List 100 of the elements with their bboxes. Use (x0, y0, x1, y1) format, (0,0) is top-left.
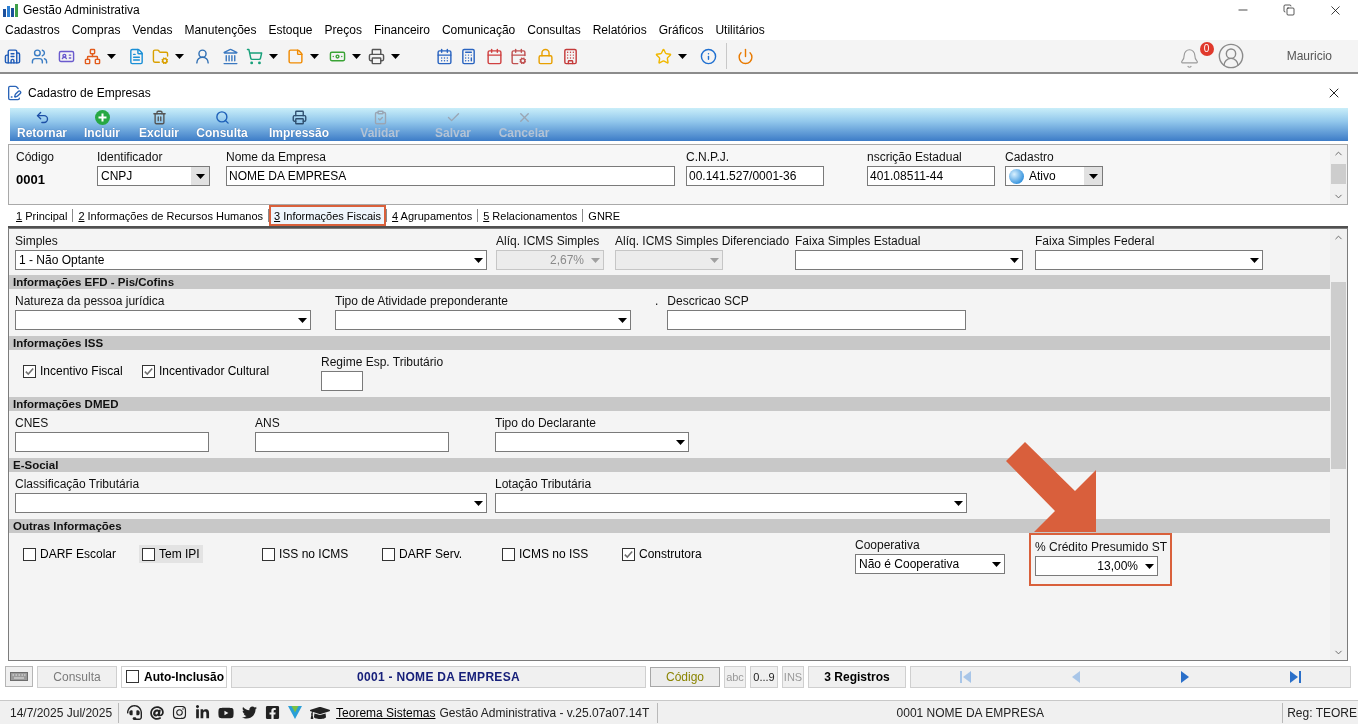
checkbox-option[interactable]: DARF Serv. (379, 545, 466, 563)
section-header: Informações ISS (9, 336, 1330, 350)
undo-arrow-icon (34, 110, 50, 125)
footer-date: 14/7/2025 Jul/2025 (9, 705, 114, 720)
key-indicator: INS (782, 665, 804, 688)
tab[interactable]: 3 Informações Fiscais (269, 205, 387, 226)
tab[interactable]: GNRE (583, 205, 626, 226)
checkbox-icon[interactable] (382, 547, 395, 561)
checkbox-icon[interactable] (23, 364, 36, 378)
caret-icon (1088, 173, 1098, 179)
caret-icon (390, 53, 400, 59)
form-pen-icon (6, 85, 22, 101)
menu-item[interactable]: Comunicação (441, 23, 516, 37)
checkbox-option[interactable]: Incentivo Fiscal (20, 362, 126, 380)
headset-icon[interactable] (127, 705, 143, 720)
menu-item[interactable]: Manutenções (184, 23, 257, 37)
menu-item[interactable]: Consultas (527, 23, 581, 37)
company-link[interactable]: Teorema Sistemas (336, 705, 436, 720)
person-icon (193, 47, 211, 65)
twitter-icon[interactable] (242, 705, 258, 720)
field-label: Faixa Simples Federal (1035, 234, 1155, 248)
menu-item[interactable]: Utilitários (715, 23, 765, 37)
instagram-icon[interactable] (172, 705, 188, 720)
caret-icon (675, 439, 685, 445)
tab[interactable]: 1 Principal (11, 205, 73, 226)
menu-item[interactable]: Cadastros (5, 23, 60, 37)
checklist-icon (372, 110, 388, 125)
field-label: Faixa Simples Estadual (795, 234, 921, 248)
dropdown[interactable]: Ativo (1005, 166, 1103, 186)
text-field[interactable] (255, 432, 449, 452)
keyboard-icon (10, 672, 28, 681)
trash-icon (151, 110, 167, 125)
caret-icon (1249, 257, 1259, 263)
field-label: CNES (15, 416, 49, 430)
field-label: Simples (15, 234, 58, 248)
checkbox-option[interactable]: Tem IPI (139, 545, 203, 563)
menu-item[interactable]: Estoque (268, 23, 313, 37)
menu-item[interactable]: Preços (324, 23, 362, 37)
skip-start-icon (960, 670, 972, 683)
dropdown[interactable] (15, 310, 311, 330)
caret-icon (617, 317, 627, 323)
tab[interactable]: 5 Relacionamentos (478, 205, 583, 226)
section-header: E-Social (9, 458, 1330, 472)
menu-item[interactable]: Gráficos (658, 23, 704, 37)
checkbox-icon[interactable] (142, 364, 155, 378)
text-field[interactable]: 00.141.527/0001-36 (686, 166, 824, 186)
keyboard-button[interactable] (5, 666, 33, 687)
checkbox-option[interactable]: Auto-Inclusão (121, 665, 227, 688)
checkbox-option[interactable]: ISS no ICMS (259, 545, 352, 563)
checkbox-option[interactable]: Construtora (619, 545, 705, 563)
field-label: Descricao SCP (667, 294, 749, 308)
dropdown[interactable]: 1 - Não Optante (15, 250, 487, 270)
text-field[interactable] (15, 432, 209, 452)
scrollbar-thumb[interactable] (1331, 282, 1346, 469)
linkedin-icon[interactable] (195, 705, 211, 720)
at-sign-icon[interactable] (150, 705, 165, 720)
logo-icon[interactable] (288, 706, 303, 719)
dropdown[interactable]: CNPJ (97, 166, 210, 186)
field-label: Alíq. ICMS Simples Diferenciado (615, 234, 790, 248)
dropdown[interactable] (495, 432, 689, 452)
record-count: 3 Registros (808, 665, 906, 688)
dropdown[interactable]: 13,00% (1035, 556, 1158, 576)
caret-icon (1009, 257, 1019, 263)
scrollbar[interactable] (1330, 229, 1347, 660)
dropdown[interactable] (15, 493, 487, 513)
field-label: C.N.P.J. (686, 150, 730, 164)
checkbox-icon[interactable] (262, 547, 275, 561)
menu-item[interactable]: Financeiro (373, 23, 430, 37)
dropdown[interactable] (335, 310, 631, 330)
dropdown[interactable] (795, 250, 1023, 270)
tab[interactable]: 4 Agrupamentos (387, 205, 478, 226)
checkbox-icon[interactable] (502, 547, 515, 561)
field-label: Lotação Tributária (495, 477, 592, 491)
tab[interactable]: 2 Informações de Recursos Humanos (73, 205, 269, 226)
facebook-icon[interactable] (265, 705, 281, 720)
checkbox-icon[interactable] (126, 670, 139, 683)
checkbox-option[interactable]: ICMS no ISS (499, 545, 592, 563)
info-icon (699, 47, 717, 65)
dropdown[interactable]: Não é Cooperativa (855, 554, 1005, 574)
checkbox-icon[interactable] (23, 547, 36, 561)
field-label: Alíq. ICMS Simples (496, 234, 600, 248)
bell-icon[interactable] (1178, 48, 1200, 69)
scrollbar[interactable] (1330, 145, 1347, 204)
caret-icon (473, 500, 483, 506)
dropdown[interactable] (1035, 250, 1263, 270)
text-field[interactable]: NOME DA EMPRESA (226, 166, 675, 186)
menu-item[interactable]: Compras (71, 23, 121, 37)
text-field[interactable] (321, 371, 363, 391)
avatar-icon[interactable] (1216, 42, 1245, 70)
menu-item[interactable]: Relatórios (592, 23, 647, 37)
dropdown[interactable] (495, 493, 967, 513)
checkbox-icon[interactable] (142, 547, 155, 561)
checkbox-option[interactable]: DARF Escolar (20, 545, 119, 563)
scrollbar-thumb[interactable] (1331, 164, 1346, 184)
checkbox-icon[interactable] (622, 547, 635, 561)
text-field[interactable]: 401.08511-44 (867, 166, 995, 186)
field-label: Cooperativa (855, 538, 920, 552)
text-field[interactable] (667, 310, 966, 330)
checkbox-option[interactable]: Incentivador Cultural (139, 362, 273, 380)
menu-item[interactable]: Vendas (132, 23, 173, 37)
